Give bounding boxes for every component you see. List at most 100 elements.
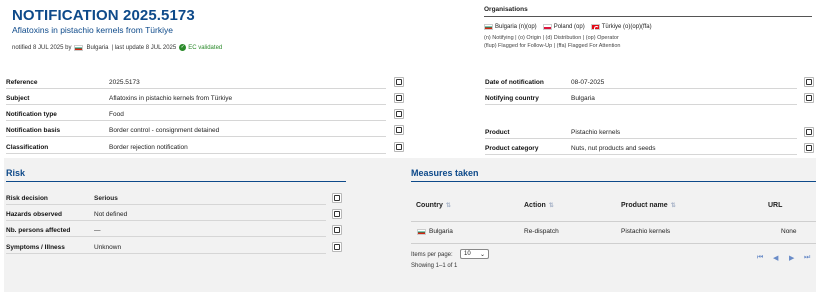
column-header-product[interactable]: Product name ⇅ (621, 202, 676, 209)
turkiye-flag-icon (590, 24, 600, 32)
sort-icon[interactable]: ⇅ (671, 202, 676, 209)
copy-icon[interactable] (394, 93, 404, 103)
organisations-legend: (n) Notifying | (o) Origin | (d) Distrib… (484, 34, 812, 50)
cell-text: Bulgaria (429, 228, 453, 235)
detail-value: Bulgaria (571, 94, 595, 102)
risk-row: Hazards observed Not defined (6, 207, 346, 221)
column-header-country[interactable]: Country ⇅ (416, 202, 451, 209)
risk-title: Risk (6, 168, 26, 178)
table-row-divider (411, 243, 816, 244)
last-page-icon[interactable]: ⏭ (804, 254, 810, 262)
detail-label: Notifying country (485, 94, 539, 102)
bulgaria-flag-icon (417, 228, 426, 235)
copy-icon[interactable] (804, 127, 814, 137)
copy-icon[interactable] (394, 125, 404, 135)
organisation-label: Türkiye (o)(op)(ffa) (601, 24, 652, 30)
organisation-item: Türkiye (o)(op)(ffa) (590, 24, 652, 32)
copy-icon[interactable] (394, 109, 404, 119)
detail-value: 2025.5173 (109, 78, 140, 86)
row-divider (6, 120, 386, 121)
risk-value: — (94, 226, 101, 234)
items-per-page-label: Items per page: (411, 252, 453, 258)
risk-value: Unknown (94, 243, 122, 251)
organisations-panel: Organisations Bulgaria (n)(op) Poland (o… (484, 6, 812, 50)
measures-rule (411, 181, 816, 182)
legend-line: (n) Notifying | (o) Origin | (d) Distrib… (484, 35, 619, 41)
showing-count: Showing 1–1 of 1 (411, 263, 458, 269)
copy-icon[interactable] (332, 225, 342, 235)
organisations-list: Bulgaria (n)(op) Poland (op) Türkiye (o)… (484, 24, 812, 32)
measures-title: Measures taken (411, 168, 479, 178)
risk-value: Serious (94, 194, 118, 202)
detail-label: Product category (485, 144, 539, 152)
organisation-item: Poland (op) (542, 24, 585, 30)
detail-row-subject: Subject Aflatoxins in pistachio kernels … (6, 91, 406, 105)
poland-flag-icon (542, 24, 552, 30)
copy-icon[interactable] (804, 143, 814, 153)
risk-row: Nb. persons affected — (6, 223, 346, 237)
risk-value: Not defined (94, 210, 128, 218)
next-page-icon[interactable]: ▶ (789, 254, 794, 262)
check-circle-icon: ✓ (179, 44, 187, 51)
copy-icon[interactable] (804, 77, 814, 87)
column-header-action[interactable]: Action ⇅ (524, 202, 554, 209)
validated-badge: ✓ EC validated (179, 44, 222, 51)
bulgaria-flag-icon (74, 44, 84, 51)
column-header-url: URL (768, 202, 782, 209)
row-divider (6, 236, 326, 237)
copy-icon[interactable] (394, 142, 404, 152)
table-cell-product: Pistachio kernels (621, 228, 671, 235)
detail-value: Border control - consignment detained (109, 126, 220, 134)
column-header-label: Country (416, 202, 443, 209)
detail-row-category: Product category Nuts, nut products and … (485, 141, 815, 155)
organisation-label: Poland (op) (553, 24, 585, 30)
legend-line: (flup) Flagged for Follow-Up | (ffa) Fla… (484, 43, 621, 49)
previous-page-icon[interactable]: ◀ (773, 254, 778, 262)
notified-prefix: notified 8 JUL 2025 by (12, 44, 72, 51)
risk-label: Symptoms / Illness (6, 243, 65, 251)
risk-label: Hazards observed (6, 210, 62, 218)
detail-row-type: Notification type Food (6, 107, 406, 121)
risk-rule (6, 181, 346, 182)
copy-icon[interactable] (332, 209, 342, 219)
page-subtitle: Aflatoxins in pistachio kernels from Tür… (12, 25, 173, 35)
copy-icon[interactable] (332, 242, 342, 252)
detail-value: Pistachio kernels (571, 128, 621, 136)
organisation-label: Bulgaria (n)(op) (495, 24, 537, 30)
detail-row-date: Date of notification 08-07-2025 (485, 75, 815, 89)
detail-row-country: Notifying country Bulgaria (485, 91, 815, 105)
notified-country: Bulgaria (86, 44, 109, 51)
row-divider (6, 204, 326, 205)
detail-value: Aflatoxins in pistachio kernels from Tür… (109, 94, 233, 102)
items-per-page-select[interactable]: 10 ⌄ (460, 249, 489, 259)
detail-row-reference: Reference 2025.5173 (6, 75, 406, 89)
row-divider (6, 136, 386, 137)
column-header-label: URL (768, 202, 783, 209)
first-page-icon[interactable]: ⏮ (757, 254, 763, 262)
organisations-title: Organisations (484, 6, 812, 17)
table-cell-action: Re-dispatch (524, 228, 559, 235)
items-per-page-value: 10 (464, 251, 471, 257)
row-divider (485, 138, 797, 139)
detail-row-classification: Classification Border rejection notifica… (6, 140, 406, 154)
chevron-down-icon: ⌄ (479, 251, 485, 258)
risk-row: Risk decision Serious (6, 191, 346, 205)
organisation-item: Bulgaria (n)(op) (484, 24, 537, 30)
detail-value: Border rejection notification (109, 143, 188, 151)
detail-value: 08-07-2025 (571, 78, 605, 86)
sort-icon[interactable]: ⇅ (549, 202, 554, 209)
column-header-label: Action (524, 202, 546, 209)
risk-label: Nb. persons affected (6, 226, 71, 234)
row-divider (485, 154, 797, 155)
copy-icon[interactable] (394, 77, 404, 87)
copy-icon[interactable] (804, 93, 814, 103)
copy-icon[interactable] (332, 193, 342, 203)
bulgaria-flag-icon (484, 24, 493, 30)
row-divider (485, 88, 797, 89)
detail-label: Date of notification (485, 78, 544, 86)
sort-icon[interactable]: ⇅ (446, 202, 451, 209)
validated-label: EC validated (188, 44, 223, 51)
notified-line: notified 8 JUL 2025 by Bulgaria | last u… (12, 44, 222, 51)
risk-label: Risk decision (6, 194, 48, 202)
detail-label: Product (485, 128, 510, 136)
